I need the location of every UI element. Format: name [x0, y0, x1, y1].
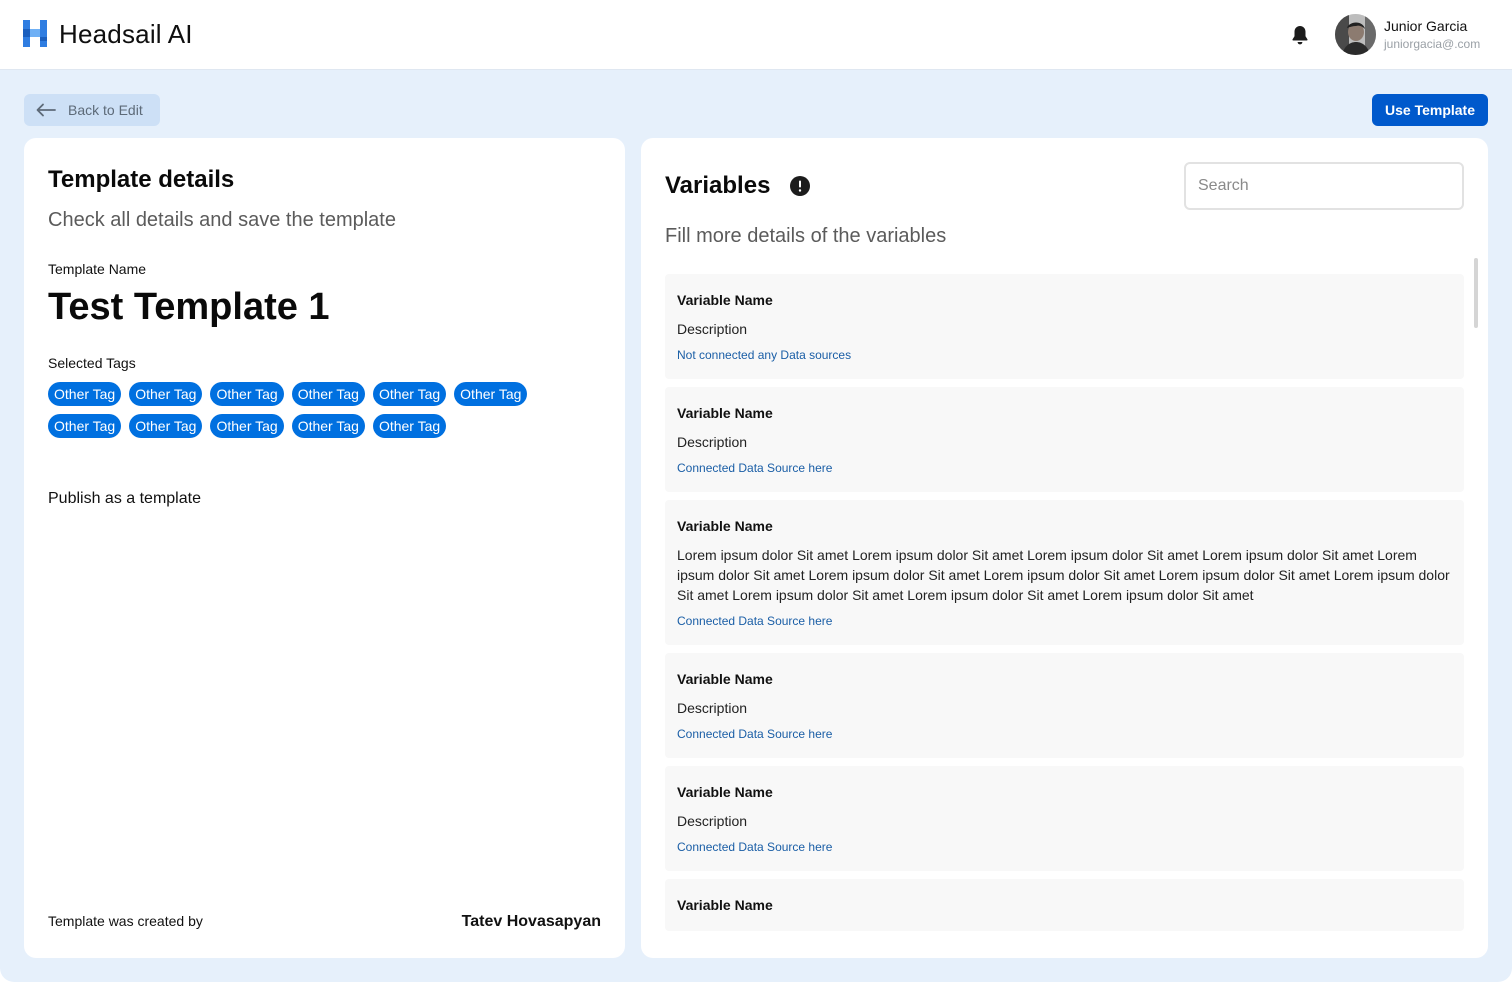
- selected-tags-label: Selected Tags: [48, 355, 136, 371]
- variable-name: Variable Name: [677, 405, 773, 421]
- variable-item[interactable]: Variable Name: [665, 879, 1464, 931]
- variable-description: Description: [677, 321, 748, 337]
- variable-data-source-link[interactable]: Connected Data Source here: [677, 460, 1452, 476]
- tag-chip[interactable]: Other Tag: [210, 382, 284, 406]
- variable-item[interactable]: Variable Name Description Connected Data…: [665, 387, 1464, 492]
- template-name-value: Test Template 1: [48, 286, 330, 328]
- variable-list: Variable Name Description Not connected …: [665, 274, 1464, 939]
- created-by-label: Template was created by: [48, 913, 203, 929]
- variable-data-source-link[interactable]: Connected Data Source here: [677, 839, 1452, 855]
- avatar[interactable]: [1335, 14, 1376, 55]
- top-bar: Headsail AI Junior Garcia juniorgacia@.c…: [0, 0, 1512, 70]
- variable-item[interactable]: Variable Name Lorem ipsum dolor Sit amet…: [665, 500, 1464, 645]
- tag-chip[interactable]: Other Tag: [372, 382, 447, 406]
- variable-data-source-link[interactable]: Connected Data Source here: [677, 726, 1452, 742]
- variable-name: Variable Name: [677, 292, 773, 308]
- tag-chip[interactable]: Other Tag: [48, 382, 122, 406]
- variable-description: Lorem ipsum dolor Sit amet Lorem ipsum d…: [677, 547, 1450, 603]
- publish-as-template-label[interactable]: Publish as a template: [48, 490, 201, 508]
- back-to-edit-label: Back to Edit: [68, 102, 143, 118]
- variable-data-source-link[interactable]: Not connected any Data sources: [677, 347, 1452, 363]
- tag-chip[interactable]: Other Tag: [372, 414, 447, 438]
- template-details-subtitle: Check all details and save the template: [48, 209, 396, 231]
- template-details-card: Template details Check all details and s…: [24, 138, 625, 958]
- variable-name: Variable Name: [677, 897, 773, 913]
- variable-item[interactable]: Variable Name Description Connected Data…: [665, 766, 1464, 871]
- variable-description: Description: [677, 434, 748, 450]
- tag-chip[interactable]: Other Tag: [291, 414, 365, 438]
- tag-row-1: Other Tag Other Tag Other Tag Other Tag …: [48, 382, 608, 406]
- variable-item[interactable]: Variable Name Description Not connected …: [665, 274, 1464, 379]
- template-name-label: Template Name: [48, 261, 147, 277]
- scrollbar-thumb[interactable]: [1474, 258, 1478, 328]
- variables-subtitle: Fill more details of the variables: [665, 225, 947, 247]
- variable-description: Description: [677, 700, 748, 716]
- back-to-edit-button[interactable]: Back to Edit: [24, 94, 160, 126]
- variable-name: Variable Name: [677, 518, 773, 534]
- tag-list: Other Tag Other Tag Other Tag Other Tag …: [48, 382, 608, 446]
- tag-chip[interactable]: Other Tag: [291, 382, 365, 406]
- variables-card: Variables Fill more details of the varia…: [641, 138, 1488, 958]
- variable-name: Variable Name: [677, 784, 773, 800]
- brand-name: Headsail AI: [59, 19, 193, 49]
- user-email: juniorgacia@.com: [1384, 37, 1481, 51]
- headsail-logo-icon[interactable]: [23, 20, 47, 47]
- variables-title: Variables: [665, 172, 771, 199]
- user-name: Junior Garcia: [1384, 18, 1468, 34]
- tag-chip[interactable]: Other Tag: [129, 382, 203, 406]
- bell-icon[interactable]: [1288, 23, 1312, 47]
- avatar-photo: [1335, 14, 1376, 55]
- tag-chip[interactable]: Other Tag: [210, 414, 284, 438]
- variable-description: Description: [677, 813, 748, 829]
- tag-row-2: Other Tag Other Tag Other Tag Other Tag …: [48, 414, 608, 438]
- search-input[interactable]: [1184, 162, 1464, 210]
- tag-chip[interactable]: Other Tag: [48, 414, 122, 438]
- use-template-button[interactable]: Use Template: [1372, 94, 1488, 126]
- variable-item[interactable]: Variable Name Description Connected Data…: [665, 653, 1464, 758]
- app-window: Headsail AI Junior Garcia juniorgacia@.c…: [0, 0, 1512, 982]
- tag-chip[interactable]: Other Tag: [129, 414, 203, 438]
- variable-name: Variable Name: [677, 671, 773, 687]
- arrow-left-icon: [36, 103, 56, 117]
- variable-data-source-link[interactable]: Connected Data Source here: [677, 613, 1452, 629]
- info-icon[interactable]: [790, 176, 810, 196]
- tag-chip[interactable]: Other Tag: [454, 382, 528, 406]
- created-by-name: Tatev Hovasapyan: [461, 913, 601, 930]
- template-details-title: Template details: [48, 166, 235, 193]
